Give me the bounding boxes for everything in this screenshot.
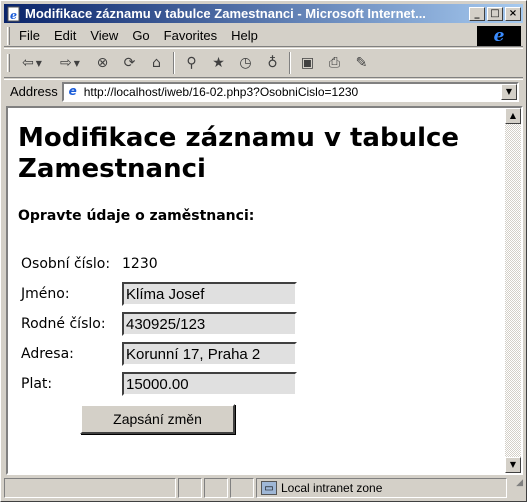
menu-help[interactable]: Help	[225, 28, 266, 43]
name-field[interactable]: Klíma Josef	[122, 282, 297, 306]
svg-text:e: e	[10, 9, 17, 22]
employee-id-label: Osobní číslo:	[21, 256, 111, 272]
zone-pane: ▭ Local intranet zone	[256, 478, 507, 498]
address-input[interactable]: e http://localhost/iweb/16-02.php3?Osobn…	[61, 81, 519, 102]
favorites-icon[interactable]: ★	[207, 52, 230, 75]
edit-icon[interactable]: ✎	[350, 52, 373, 75]
title-bar[interactable]: e Modifikace záznamu v tabulce Zamestnan…	[4, 4, 523, 23]
status-text-pane	[4, 478, 176, 498]
address-bar: Address e http://localhost/iweb/16-02.ph…	[4, 79, 523, 103]
name-label: Jméno:	[21, 286, 70, 302]
scroll-up-icon[interactable]: ▲	[505, 108, 521, 124]
back-icon[interactable]: ⇦ ▼	[15, 52, 49, 75]
form-row: Jméno: Klíma Josef	[20, 280, 298, 308]
menu-bar: File Edit View Go Favorites Help e	[4, 25, 523, 47]
status-bar: ▭ Local intranet zone ◢	[4, 478, 523, 498]
maximize-button[interactable]: □	[487, 6, 503, 21]
status-pane	[230, 478, 254, 498]
ie-page-icon: e	[7, 6, 20, 22]
resize-grip-icon[interactable]: ◢	[509, 478, 523, 496]
ie-page-icon: e	[68, 83, 77, 98]
standard-toolbar: ⇦ ▼ ⇨ ▼ ⊗ ⟳ ⌂ ⚲ ★ ◷ ♁ ▣ ⎙ ✎	[4, 48, 523, 78]
minimize-button[interactable]: _	[469, 6, 485, 21]
history-icon[interactable]: ◷	[234, 52, 257, 75]
salary-label: Plat:	[21, 376, 53, 392]
ie-logo-icon: e	[477, 26, 521, 46]
search-icon[interactable]: ⚲	[180, 52, 203, 75]
toolbar-grip[interactable]	[7, 54, 10, 72]
employee-form: Osobní číslo: 1230 Jméno: Klíma Josef Ro…	[18, 248, 300, 400]
fullscreen-icon[interactable]: ▣	[296, 52, 319, 75]
employee-id-value: 1230	[122, 256, 158, 272]
address-dropdown-icon[interactable]: ▼	[501, 83, 517, 100]
home-icon[interactable]: ⌂	[145, 52, 168, 75]
form-row: Osobní číslo: 1230	[20, 250, 298, 278]
menu-go[interactable]: Go	[126, 28, 157, 43]
address-url[interactable]: http://localhost/iweb/16-02.php3?OsobniC…	[84, 85, 359, 99]
vertical-scrollbar[interactable]: ▲ ▼	[505, 108, 521, 473]
close-button[interactable]: ×	[505, 6, 521, 21]
form-subtitle: Opravte údaje o zaměstnanci:	[18, 208, 255, 224]
address-label-form: Adresa:	[21, 346, 74, 362]
page-title: Modifikace záznamu v tabulce Zamestnanci	[18, 123, 460, 184]
browser-window: e Modifikace záznamu v tabulce Zamestnan…	[0, 0, 527, 502]
content-area: Modifikace záznamu v tabulce Zamestnanci…	[6, 106, 523, 475]
scroll-down-icon[interactable]: ▼	[505, 457, 521, 473]
form-row: Rodné číslo: 430925/123	[20, 310, 298, 338]
stop-icon[interactable]: ⊗	[91, 52, 114, 75]
form-row: Adresa: Korunní 17, Praha 2	[20, 340, 298, 368]
forward-icon[interactable]: ⇨ ▼	[53, 52, 87, 75]
zone-label: Local intranet zone	[281, 481, 383, 495]
refresh-icon[interactable]: ⟳	[118, 52, 141, 75]
form-row: Plat: 15000.00	[20, 370, 298, 398]
page-body: Modifikace záznamu v tabulce Zamestnanci…	[8, 108, 505, 473]
birth-number-label: Rodné číslo:	[21, 316, 106, 332]
intranet-zone-icon: ▭	[261, 481, 277, 495]
birth-number-field[interactable]: 430925/123	[122, 312, 297, 336]
salary-field[interactable]: 15000.00	[122, 372, 297, 396]
toolbar-separator	[173, 52, 175, 74]
menu-grip[interactable]	[7, 26, 10, 45]
menu-file[interactable]: File	[13, 28, 48, 43]
address-field[interactable]: Korunní 17, Praha 2	[122, 342, 297, 366]
window-title: Modifikace záznamu v tabulce Zamestnanci…	[25, 6, 426, 21]
status-pane	[204, 478, 228, 498]
print-icon[interactable]: ⎙	[323, 52, 346, 75]
submit-changes-button[interactable]: Zapsání změn	[80, 404, 235, 434]
channels-icon[interactable]: ♁	[261, 52, 284, 75]
menu-edit[interactable]: Edit	[48, 28, 84, 43]
address-label: Address	[10, 84, 58, 99]
menu-view[interactable]: View	[84, 28, 126, 43]
status-pane	[178, 478, 202, 498]
toolbar-separator	[289, 52, 291, 74]
menu-favorites[interactable]: Favorites	[158, 28, 225, 43]
